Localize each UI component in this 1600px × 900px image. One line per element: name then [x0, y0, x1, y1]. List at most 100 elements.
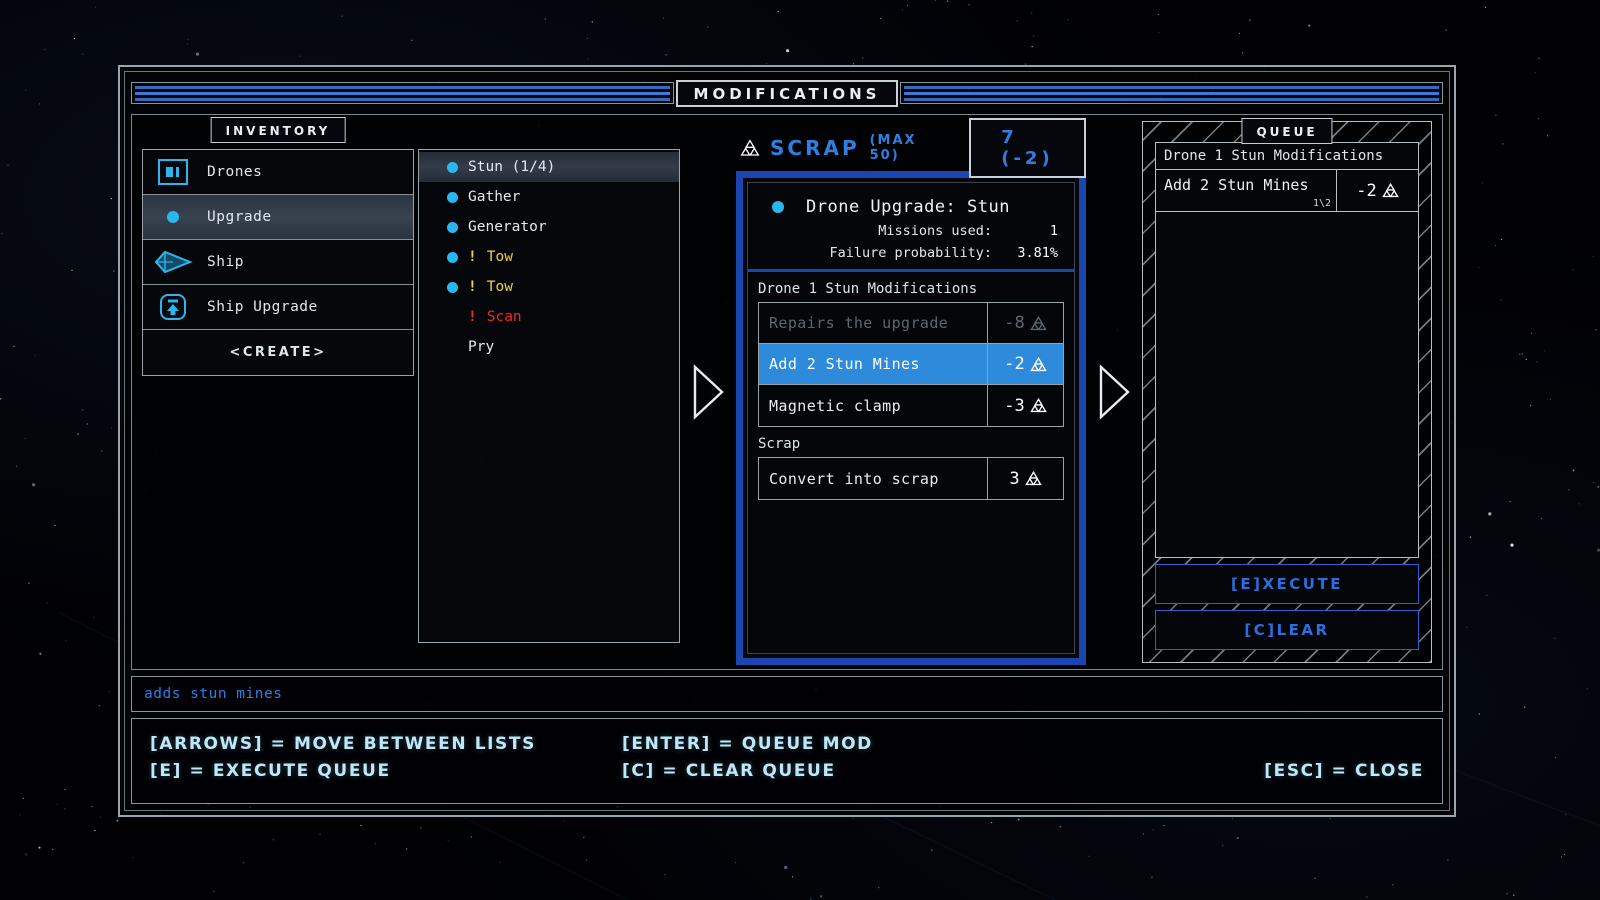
scrap-icon: [1024, 471, 1042, 486]
stat-key: Failure probability:: [829, 245, 992, 261]
ship-icon: [153, 246, 193, 278]
scrap-count-box: 7 (-2): [969, 118, 1086, 178]
execute-queue-button[interactable]: [E]XECUTE: [1155, 564, 1419, 604]
chevron-right-icon: [693, 364, 724, 420]
scrap-header: SCRAP (MAX 50) 7 (-2): [736, 118, 1086, 178]
inventory-item-ship[interactable]: Ship: [143, 240, 413, 285]
description-text: adds stun mines: [144, 686, 283, 702]
help-line: [ENTER] = QUEUE MOD: [622, 734, 873, 754]
window-title-box: MODIFICATIONS: [675, 79, 899, 107]
stat-value: 1: [1049, 223, 1058, 239]
inventory-list: Drones Upgrade Ship Ship Upgrade <CREATE…: [142, 149, 414, 376]
stat-key: Missions used:: [878, 223, 992, 239]
inventory-item-label: Drones: [207, 164, 263, 180]
queue-row-cost: -2: [1336, 170, 1418, 211]
detail-panel: Drone Upgrade: Stun Missions used: 1 Fai…: [736, 171, 1086, 665]
list-item-label: Pry: [468, 339, 495, 355]
ship-upgrade-icon: [153, 291, 193, 323]
queue-row-cost-value: -2: [1356, 180, 1377, 201]
main-body: INVENTORY Drones Upgrade Ship Ship Upgra…: [131, 114, 1443, 670]
list-item-label: Stun (1/4): [468, 159, 556, 175]
status-dot-icon: [447, 191, 458, 203]
list-item[interactable]: Pry: [419, 332, 679, 362]
mod-name: Convert into scrap: [769, 469, 939, 488]
scrap-label: SCRAP: [769, 136, 860, 160]
inventory-item-ship-upgrade[interactable]: Ship Upgrade: [143, 285, 413, 330]
flow-arrow-right-container: [1086, 121, 1142, 663]
table-row[interactable]: Convert into scrap 3: [759, 458, 1063, 499]
queue-heading: QUEUE: [1256, 125, 1318, 139]
table-row[interactable]: Repairs the upgrade -8: [759, 303, 1063, 344]
detail-panel-inner: Drone Upgrade: Stun Missions used: 1 Fai…: [747, 182, 1075, 654]
clear-label: [C]LEAR: [1244, 621, 1330, 639]
stat-row: Failure probability: 3.81%: [764, 245, 1058, 261]
modifications-table: Repairs the upgrade -8 Add 2 Stun Mines …: [758, 302, 1064, 427]
help-column-3: [ESC] = CLOSE: [1264, 758, 1424, 785]
help-bar: [ARROWS] = MOVE BETWEEN LISTS [E] = EXEC…: [131, 718, 1443, 804]
mod-cost-value: -3: [1004, 395, 1025, 416]
create-label: <CREATE>: [229, 345, 327, 360]
list-item[interactable]: ! Tow: [419, 272, 679, 302]
help-line: [ESC] = CLOSE: [1264, 761, 1424, 781]
clear-queue-button[interactable]: [C]LEAR: [1155, 610, 1419, 650]
mod-name: Repairs the upgrade: [769, 314, 949, 332]
warning-icon: !: [468, 279, 477, 295]
window-title: MODIFICATIONS: [693, 84, 881, 103]
list-item[interactable]: ! Tow: [419, 242, 679, 272]
detail-column: SCRAP (MAX 50) 7 (-2) Drone Upgrade: Stu…: [736, 118, 1086, 665]
queue-row[interactable]: Add 2 Stun Mines 1\2 -2: [1156, 170, 1418, 212]
upgrade-list: Stun (1/4) Gather Generator ! Tow ! Tow …: [418, 149, 680, 643]
mod-cost-value: -8: [1004, 313, 1025, 333]
queue-list: Drone 1 Stun Modifications Add 2 Stun Mi…: [1155, 142, 1419, 558]
dot-icon: [153, 201, 193, 233]
inventory-column: INVENTORY Drones Upgrade Ship Ship Upgra…: [142, 117, 414, 663]
list-item[interactable]: ! Scan: [419, 302, 679, 332]
inventory-item-drones[interactable]: Drones: [143, 150, 413, 195]
mod-cost: 3: [987, 458, 1063, 499]
mod-name: Add 2 Stun Mines: [769, 355, 920, 373]
scrap-count-value: 7 (-2): [1001, 127, 1054, 169]
help-line: [ARROWS] = MOVE BETWEEN LISTS: [150, 734, 536, 754]
mod-cost-value: -2: [1004, 354, 1025, 374]
inventory-item-create[interactable]: <CREATE>: [143, 330, 413, 375]
mod-cost: -8: [987, 303, 1063, 343]
status-dot-icon: [447, 221, 458, 233]
scrap-table: Convert into scrap 3: [758, 457, 1064, 500]
drone-bay-icon: [153, 156, 193, 188]
queue-row-label: Add 2 Stun Mines: [1164, 176, 1309, 194]
table-row[interactable]: Add 2 Stun Mines -2: [759, 344, 1063, 385]
help-column-2: [ENTER] = QUEUE MOD [C] = CLEAR QUEUE: [622, 731, 873, 785]
queue-column: QUEUE Drone 1 Stun Modifications Add 2 S…: [1142, 118, 1432, 663]
status-dot-icon: [447, 281, 458, 293]
mod-cost-value: 3: [1009, 468, 1020, 489]
list-item[interactable]: Generator: [419, 212, 679, 242]
alert-icon: !: [468, 309, 477, 325]
description-bar: adds stun mines: [131, 676, 1443, 712]
queue-section-label: Drone 1 Stun Modifications: [1156, 143, 1418, 170]
status-dot-icon: [447, 251, 458, 263]
help-line: [C] = CLEAR QUEUE: [622, 761, 836, 781]
execute-label: [E]XECUTE: [1231, 575, 1343, 593]
scrap-icon: [1029, 398, 1047, 413]
inventory-item-upgrade[interactable]: Upgrade: [143, 195, 413, 240]
help-line: [E] = EXECUTE QUEUE: [150, 761, 391, 781]
list-item[interactable]: Stun (1/4): [419, 152, 679, 182]
list-item[interactable]: Gather: [419, 182, 679, 212]
inventory-item-label: Ship: [207, 254, 244, 270]
stat-row: Missions used: 1: [764, 223, 1058, 239]
queue-row-name: Add 2 Stun Mines 1\2: [1156, 170, 1336, 211]
scrap-icon: [1381, 183, 1399, 198]
table-row[interactable]: Magnetic clamp -3: [759, 385, 1063, 426]
mod-cost: -2: [987, 344, 1063, 384]
queue-row-count: 1\2: [1312, 198, 1331, 209]
stat-value: 3.81%: [1017, 245, 1058, 261]
upgrade-header: Drone Upgrade: Stun Missions used: 1 Fai…: [748, 183, 1074, 272]
list-item-label: Tow: [486, 249, 513, 265]
list-item-label: Gather: [468, 189, 521, 205]
scrap-icon: [1029, 315, 1047, 330]
inventory-heading-pill: INVENTORY: [210, 117, 346, 143]
status-dot-icon: [447, 161, 458, 173]
upgrade-title: Drone Upgrade: Stun: [806, 197, 1010, 217]
dot-icon: [772, 201, 784, 213]
inventory-item-label: Ship Upgrade: [207, 299, 318, 315]
